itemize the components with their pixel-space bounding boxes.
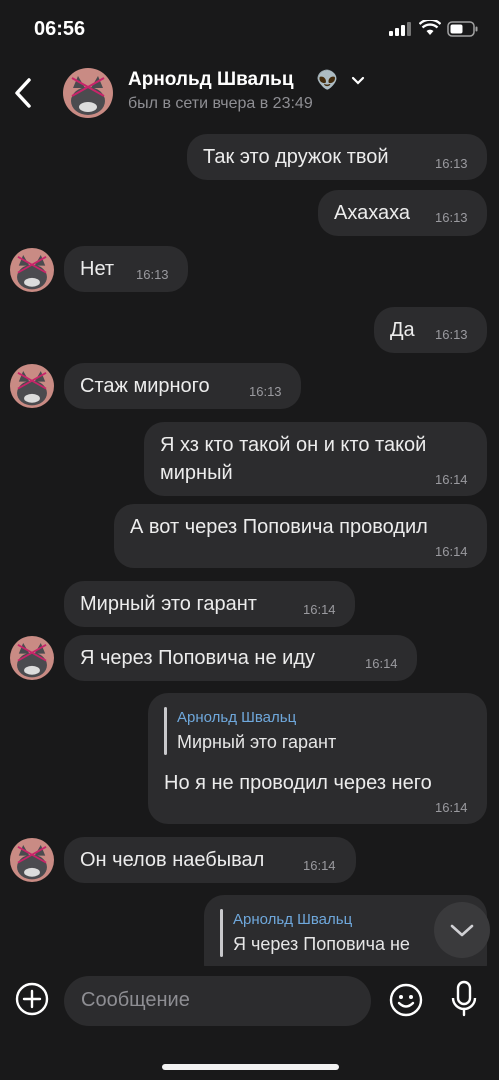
message-time: 16:14	[303, 858, 336, 873]
message-text: Мирный это гарант	[80, 593, 257, 615]
message-time: 16:14	[435, 544, 468, 559]
message-bubble-out[interactable]: Ахахаха 16:13	[318, 190, 487, 236]
message-text: Нет	[80, 258, 115, 280]
plus-circle-icon[interactable]	[15, 982, 49, 1016]
message-bubble-in[interactable]: Мирный это гарант 16:14	[64, 581, 355, 627]
message-text: Он челов наебывал	[80, 849, 265, 871]
alien-emoji: 👽	[316, 70, 339, 90]
avatar[interactable]	[10, 838, 54, 882]
wifi-icon	[419, 20, 441, 35]
message-time: 16:14	[303, 602, 336, 617]
message-bubble-in[interactable]: Я через Поповича не иду 16:14	[64, 635, 417, 681]
message-time: 16:13	[435, 156, 468, 171]
message-bubble-in[interactable]: Стаж мирного 16:13	[64, 363, 301, 409]
message-text: Ахахаха	[334, 202, 411, 224]
scroll-down-button[interactable]	[434, 902, 490, 958]
message-bubble-out[interactable]: Так это дружок твой 16:13	[187, 134, 487, 180]
microphone-icon[interactable]	[450, 980, 478, 1018]
message-text: Я хз кто такой он и кто такой	[160, 434, 427, 456]
status-time: 06:56	[34, 18, 86, 40]
message-time: 16:14	[365, 656, 398, 671]
chevron-down-icon[interactable]	[351, 76, 365, 85]
message-text: Стаж мирного	[80, 375, 210, 397]
reply-message-bubble[interactable]: Арнольд Швальц Мирный это гарант Но я не…	[148, 693, 487, 824]
contact-name[interactable]: Арнольд Швальц	[128, 69, 294, 91]
avatar[interactable]	[63, 68, 113, 118]
avatar[interactable]	[10, 364, 54, 408]
message-bubble-in[interactable]: Он челов наебывал 16:14	[64, 837, 356, 883]
message-bubble-out[interactable]: А вот через Поповича проводил 16:14	[114, 504, 487, 568]
battery-icon	[447, 21, 478, 37]
reply-quote-bar	[220, 909, 223, 957]
message-time: 16:13	[435, 210, 468, 225]
reply-quote-text: Мирный это гарант	[177, 732, 337, 752]
message-text: Но я не проводил через него	[164, 772, 432, 794]
reply-author: Арнольд Швальц	[233, 911, 353, 928]
message-time: 16:14	[435, 800, 468, 815]
reply-quote-text: Я через Поповича не	[233, 934, 410, 954]
message-text: мирный	[160, 462, 233, 484]
home-indicator	[162, 1064, 339, 1070]
message-time: 16:14	[435, 472, 468, 487]
message-composer: Сообщение	[0, 966, 499, 1080]
message-bubble-out[interactable]: Я хз кто такой он и кто такой мирный 16:…	[144, 422, 487, 496]
scroll-down-icon	[450, 924, 474, 937]
message-text: А вот через Поповича проводил	[130, 516, 428, 538]
message-text: Я через Поповича не иду	[80, 647, 315, 669]
emoji-icon[interactable]	[388, 982, 424, 1018]
avatar[interactable]	[10, 636, 54, 680]
back-chevron-icon[interactable]	[12, 76, 36, 110]
avatar[interactable]	[10, 248, 54, 292]
message-input-placeholder: Сообщение	[81, 989, 190, 1011]
message-time: 16:13	[249, 384, 282, 399]
message-text: Так это дружок твой	[203, 146, 389, 168]
status-bar: 06:56	[0, 0, 499, 60]
signal-icon	[389, 22, 411, 36]
reply-author: Арнольд Швальц	[177, 709, 297, 726]
message-input[interactable]: Сообщение	[64, 976, 371, 1026]
message-text: Да	[390, 319, 415, 341]
message-bubble-out[interactable]: Да 16:13	[374, 307, 487, 353]
reply-quote-bar	[164, 707, 167, 755]
message-time: 16:13	[435, 327, 468, 342]
last-seen-status: был в сети вчера в 23:49	[128, 95, 313, 112]
chat-header: Арнольд Швальц 👽 был в сети вчера в 23:4…	[0, 60, 499, 130]
message-time: 16:13	[136, 267, 169, 282]
message-bubble-in[interactable]: Нет 16:13	[64, 246, 188, 292]
